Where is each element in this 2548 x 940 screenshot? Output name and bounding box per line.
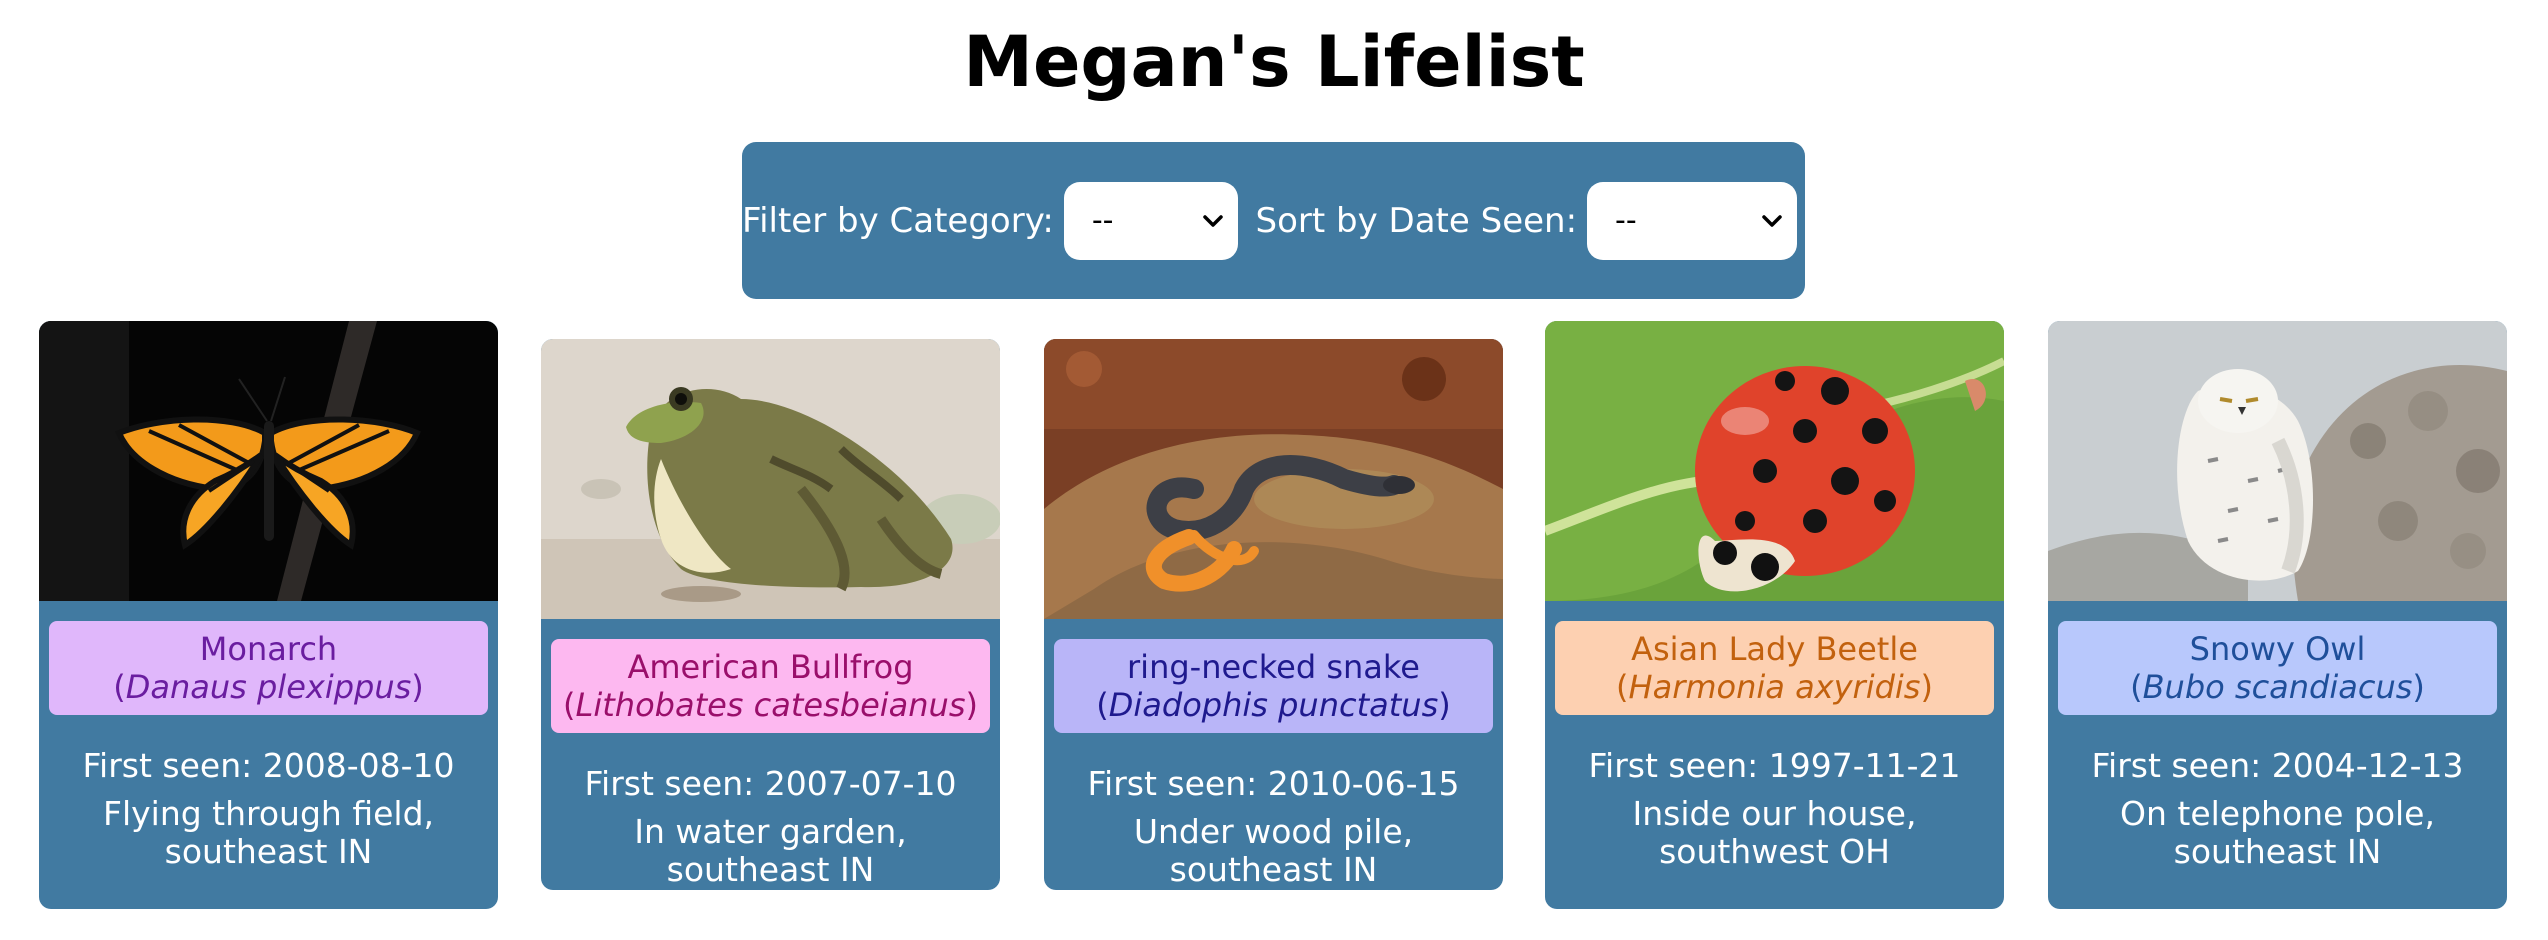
scientific-name: Diadophis punctatus xyxy=(1108,686,1439,724)
common-name: American Bullfrog xyxy=(627,648,914,686)
first-seen-date: 2010-06-15 xyxy=(1267,764,1460,803)
scientific-name-line: (Harmonia axyridis) xyxy=(1616,668,1933,706)
first-seen-label: First seen: xyxy=(1087,764,1268,803)
species-card-ring-necked-snake: ring-necked snake (Diadophis punctatus) … xyxy=(1044,339,1503,890)
species-name-box: Asian Lady Beetle (Harmonia axyridis) xyxy=(1555,621,1994,715)
sighting-details: First seen: 2007-07-10 In water garden, … xyxy=(549,765,992,889)
scientific-name-line: (Danaus plexippus) xyxy=(113,668,424,706)
first-seen-date: 2007-07-10 xyxy=(764,764,957,803)
filter-sort-panel: Filter by Category: -- Sort by Date Seen… xyxy=(742,142,1805,299)
chevron-down-icon xyxy=(1202,214,1223,227)
date-sort-value: -- xyxy=(1615,203,1637,238)
chevron-down-icon xyxy=(1762,214,1782,227)
sighting-details: First seen: 2010-06-15 Under wood pile, … xyxy=(1052,765,1495,889)
sighting-details: First seen: 1997-11-21 Inside our house,… xyxy=(1553,747,1996,871)
sighting-details: First seen: 2008-08-10 Flying through fi… xyxy=(47,747,490,871)
species-card-monarch: Monarch (Danaus plexippus) First seen: 2… xyxy=(39,321,498,909)
species-card-snowy-owl: Snowy Owl (Bubo scandiacus) First seen: … xyxy=(2048,321,2507,909)
first-seen: First seen: 2010-06-15 xyxy=(1052,765,1495,803)
scientific-name: Bubo scandiacus xyxy=(2142,668,2413,706)
common-name: ring-necked snake xyxy=(1127,648,1420,686)
scientific-name-line: (Diadophis punctatus) xyxy=(1096,686,1451,724)
first-seen-label: First seen: xyxy=(2091,746,2272,785)
scientific-name-line: (Bubo scandiacus) xyxy=(2130,668,2425,706)
species-name-box: Snowy Owl (Bubo scandiacus) xyxy=(2058,621,2497,715)
snowy-owl-photo xyxy=(2048,321,2507,601)
sighting-location: In water garden, southeast IN xyxy=(634,812,907,889)
species-name-box: Monarch (Danaus plexippus) xyxy=(49,621,488,715)
first-seen-date: 2004-12-13 xyxy=(2271,746,2464,785)
species-card-lady-beetle: Asian Lady Beetle (Harmonia axyridis) Fi… xyxy=(1545,321,2004,909)
first-seen: First seen: 1997-11-21 xyxy=(1553,747,1996,785)
first-seen: First seen: 2007-07-10 xyxy=(549,765,992,803)
first-seen: First seen: 2008-08-10 xyxy=(47,747,490,785)
sighting-location: On telephone pole, southeast IN xyxy=(2120,794,2435,871)
bullfrog-photo xyxy=(541,339,1000,619)
species-name-box: American Bullfrog (Lithobates catesbeian… xyxy=(551,639,990,733)
category-filter-select[interactable]: -- xyxy=(1063,181,1238,260)
scientific-name: Danaus plexippus xyxy=(125,668,412,706)
species-card-bullfrog: American Bullfrog (Lithobates catesbeian… xyxy=(541,339,1000,890)
sort-label: Sort by Date Seen: xyxy=(1255,200,1578,241)
scientific-name-line: (Lithobates catesbeianus) xyxy=(563,686,978,724)
first-seen-label: First seen: xyxy=(82,746,263,785)
monarch-butterfly-photo xyxy=(39,321,498,601)
sighting-location: Under wood pile, southeast IN xyxy=(1133,812,1414,889)
first-seen-date: 2008-08-10 xyxy=(262,746,455,785)
lady-beetle-photo xyxy=(1545,321,2004,601)
page-title: Megan's Lifelist xyxy=(963,21,1585,103)
scientific-name: Harmonia axyridis xyxy=(1628,668,1921,706)
first-seen-label: First seen: xyxy=(584,764,765,803)
first-seen-date: 1997-11-21 xyxy=(1768,746,1961,785)
common-name: Snowy Owl xyxy=(2189,630,2366,668)
sighting-location: Flying through field, southeast IN xyxy=(102,794,435,871)
first-seen-label: First seen: xyxy=(1588,746,1769,785)
lifelist-page: Megan's Lifelist Filter by Category: -- … xyxy=(0,0,2548,940)
scientific-name: Lithobates catesbeianus xyxy=(575,686,966,724)
ring-necked-snake-photo xyxy=(1044,339,1503,619)
date-sort-select[interactable]: -- xyxy=(1587,181,1797,260)
sighting-location: Inside our house, southwest OH xyxy=(1632,794,1917,871)
common-name: Monarch xyxy=(199,630,338,668)
category-filter-value: -- xyxy=(1091,203,1114,238)
filter-label: Filter by Category: xyxy=(742,200,1054,241)
first-seen: First seen: 2004-12-13 xyxy=(2056,747,2499,785)
species-name-box: ring-necked snake (Diadophis punctatus) xyxy=(1054,639,1493,733)
sighting-details: First seen: 2004-12-13 On telephone pole… xyxy=(2056,747,2499,871)
common-name: Asian Lady Beetle xyxy=(1631,630,1918,668)
